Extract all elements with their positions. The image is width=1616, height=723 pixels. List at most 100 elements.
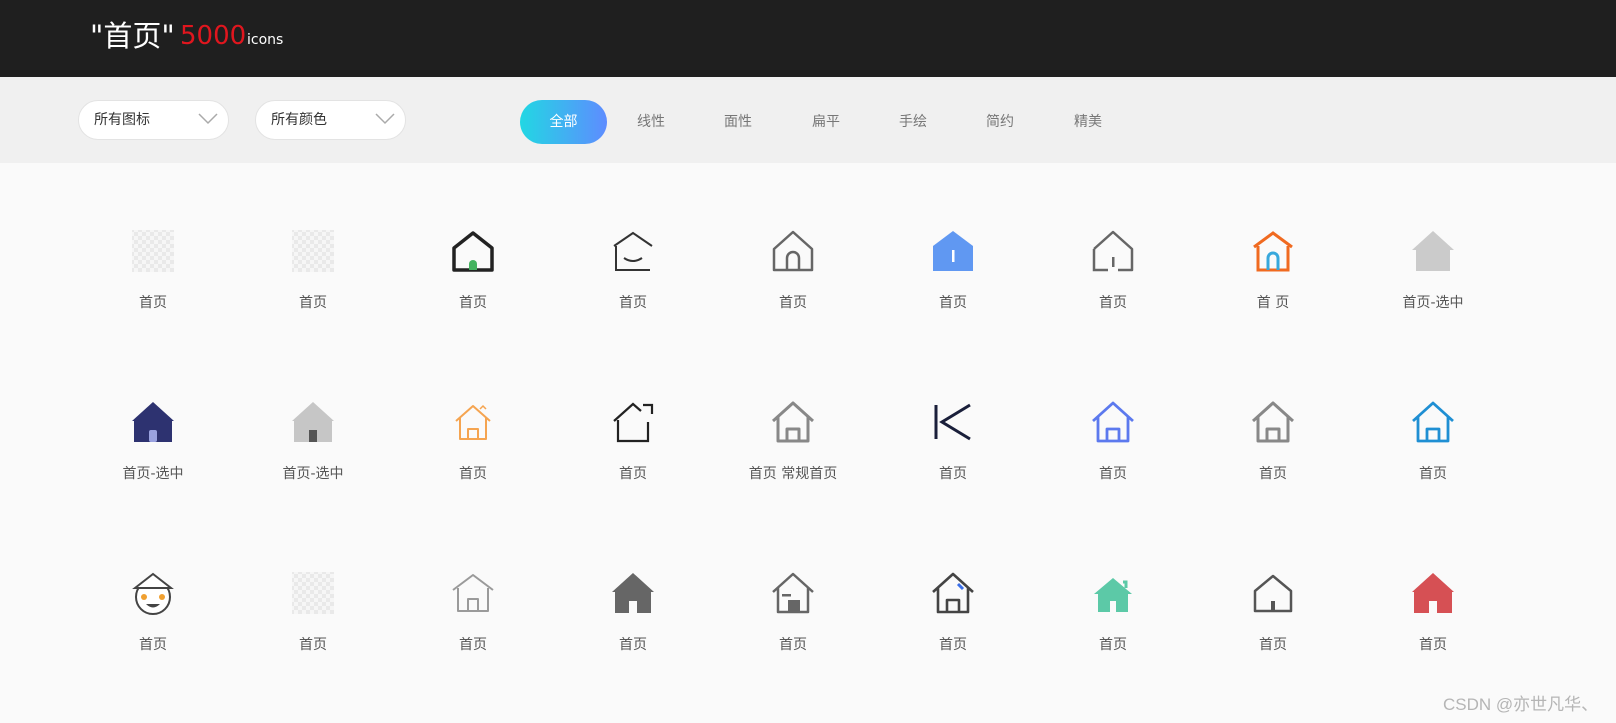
icon-card[interactable]: 首页 xyxy=(873,399,1033,529)
watermark: CSDN @亦世凡华、 xyxy=(1443,695,1599,714)
house-outline-orange-icon xyxy=(450,399,496,445)
house-window-door-icon xyxy=(770,570,816,616)
house-outline-light-gray-icon xyxy=(450,570,496,616)
tab-flat[interactable]: 扁平 xyxy=(801,100,851,144)
icon-card[interactable]: 首页 xyxy=(1033,228,1193,358)
icon-card-label: 首页 xyxy=(1099,466,1127,482)
tab-simple[interactable]: 简约 xyxy=(975,100,1025,144)
icon-card[interactable]: 首页 xyxy=(553,228,713,358)
icon-card[interactable]: 首页-选中 xyxy=(1353,228,1513,358)
chevron-down-icon xyxy=(198,113,218,125)
house-smile-outline-icon xyxy=(610,228,656,274)
icon-type-select-value: 所有图标 xyxy=(94,112,150,128)
checker-house-icon xyxy=(290,228,336,274)
icon-card-label: 首页 xyxy=(139,637,167,653)
icon-card[interactable]: 首页 xyxy=(1193,570,1353,700)
icon-card-label: 首页 xyxy=(139,295,167,311)
house-outline-small-icon xyxy=(1250,570,1296,616)
icon-card-label: 首页 xyxy=(1259,637,1287,653)
icon-card[interactable]: 首页 常规首页 xyxy=(713,399,873,529)
house-orange-blue-door-icon xyxy=(1250,228,1296,274)
tab-hand-drawn[interactable]: 手绘 xyxy=(888,100,938,144)
icon-card-label: 首页 xyxy=(1419,466,1447,482)
house-filled-gray-dark-door-icon xyxy=(290,399,336,445)
icon-card[interactable]: 首页 xyxy=(393,399,553,529)
checker-house-icon xyxy=(130,228,176,274)
tab-all[interactable]: 全部 xyxy=(520,100,607,144)
icon-card[interactable]: 首页-选中 xyxy=(233,399,393,529)
icon-card-label: 首页 xyxy=(619,637,647,653)
tab-linear[interactable]: 线性 xyxy=(626,100,676,144)
icon-card[interactable]: 首页 xyxy=(393,570,553,700)
icon-card[interactable]: 首页 xyxy=(73,228,233,358)
icon-card[interactable]: 首页 xyxy=(553,399,713,529)
house-outline-green-door-icon xyxy=(450,228,496,274)
icon-card-label: 首页 xyxy=(779,295,807,311)
icon-card[interactable]: 首页-选中 xyxy=(73,399,233,529)
house-outline-cyan-icon xyxy=(1410,399,1456,445)
color-select[interactable]: 所有颜色 xyxy=(255,100,406,140)
icon-card-label: 首页 xyxy=(619,295,647,311)
icon-card-label: 首页 xyxy=(619,466,647,482)
icon-card-label: 首页 xyxy=(1419,637,1447,653)
filter-toolbar: 所有图标 所有颜色 全部 线性 面性 扁平 手绘 简约 精美 xyxy=(0,77,1616,163)
icon-card[interactable]: 首页 xyxy=(233,570,393,700)
house-filled-red-icon xyxy=(1410,570,1456,616)
k-shape-icon xyxy=(930,399,976,445)
icon-card-label: 首页 xyxy=(459,637,487,653)
house-filled-blue-icon xyxy=(930,228,976,274)
icon-card-label: 首页 xyxy=(459,466,487,482)
house-filled-gray-icon xyxy=(1410,228,1456,274)
icon-card-label: 首页 xyxy=(299,295,327,311)
icon-count: 5000 xyxy=(180,21,247,51)
house-outline-blue-icon xyxy=(1090,399,1136,445)
icon-card-label: 首页 常规首页 xyxy=(748,466,838,482)
icon-type-select[interactable]: 所有图标 xyxy=(78,100,229,140)
icon-card[interactable]: 首页 xyxy=(553,570,713,700)
page-title: "首页" xyxy=(90,19,175,53)
icon-card[interactable]: 首页 xyxy=(233,228,393,358)
icon-card[interactable]: 首页 xyxy=(73,570,233,700)
icon-card[interactable]: 首 页 xyxy=(1193,228,1353,358)
icon-card-label: 首页 xyxy=(939,637,967,653)
icon-card[interactable]: 首页 xyxy=(713,228,873,358)
icon-card-label: 首页 xyxy=(459,295,487,311)
icon-card[interactable]: 首页 xyxy=(873,228,1033,358)
icon-card-label: 首页 xyxy=(779,637,807,653)
icon-card-label: 首页 xyxy=(939,466,967,482)
icon-card-label: 首页 xyxy=(1099,295,1127,311)
header-bar: "首页" 5000 icons xyxy=(0,0,1616,77)
icon-count-unit: icons xyxy=(247,32,284,48)
icon-card-label: 首页-选中 xyxy=(122,466,184,482)
icon-card[interactable]: 首页 xyxy=(1353,399,1513,529)
icon-card-label: 首页-选中 xyxy=(282,466,344,482)
smiling-face-hat-icon xyxy=(130,570,176,616)
house-filled-navy-icon xyxy=(130,399,176,445)
tab-exquisite[interactable]: 精美 xyxy=(1063,100,1113,144)
color-select-value: 所有颜色 xyxy=(271,112,327,128)
house-outline-gray-icon xyxy=(770,399,816,445)
tab-filled[interactable]: 面性 xyxy=(713,100,763,144)
icon-card-label: 首页 xyxy=(1099,637,1127,653)
house-filled-dark-gray-icon xyxy=(610,570,656,616)
icon-card[interactable]: 首页 xyxy=(1193,399,1353,529)
checker-house-icon xyxy=(290,570,336,616)
icon-card[interactable]: 首页 xyxy=(1353,570,1513,700)
house-outline-gap-icon xyxy=(1090,228,1136,274)
icon-card[interactable]: 首页 xyxy=(1033,399,1193,529)
icon-card-label: 首页 xyxy=(939,295,967,311)
chevron-down-icon xyxy=(375,113,395,125)
house-filled-teal-icon xyxy=(1090,570,1136,616)
icon-card[interactable]: 首页 xyxy=(873,570,1033,700)
house-arch-door-icon xyxy=(770,228,816,274)
icon-card-label: 首页-选中 xyxy=(1402,295,1464,311)
icon-card-label: 首页 xyxy=(1259,466,1287,482)
icon-card-label: 首页 xyxy=(299,637,327,653)
icon-card[interactable]: 首页 xyxy=(1033,570,1193,700)
icon-card[interactable]: 首页 xyxy=(393,228,553,358)
icon-grid: 首页 首页 首页 首页 首页 首页 首页首 页首页-选中 首页-选中 首页-选中 首页 首页 首页 常… xyxy=(0,163,1616,723)
house-open-corner-icon xyxy=(610,399,656,445)
icon-card[interactable]: 首页 xyxy=(713,570,873,700)
house-blue-accent-icon xyxy=(930,570,976,616)
house-outline-gray-icon xyxy=(1250,399,1296,445)
